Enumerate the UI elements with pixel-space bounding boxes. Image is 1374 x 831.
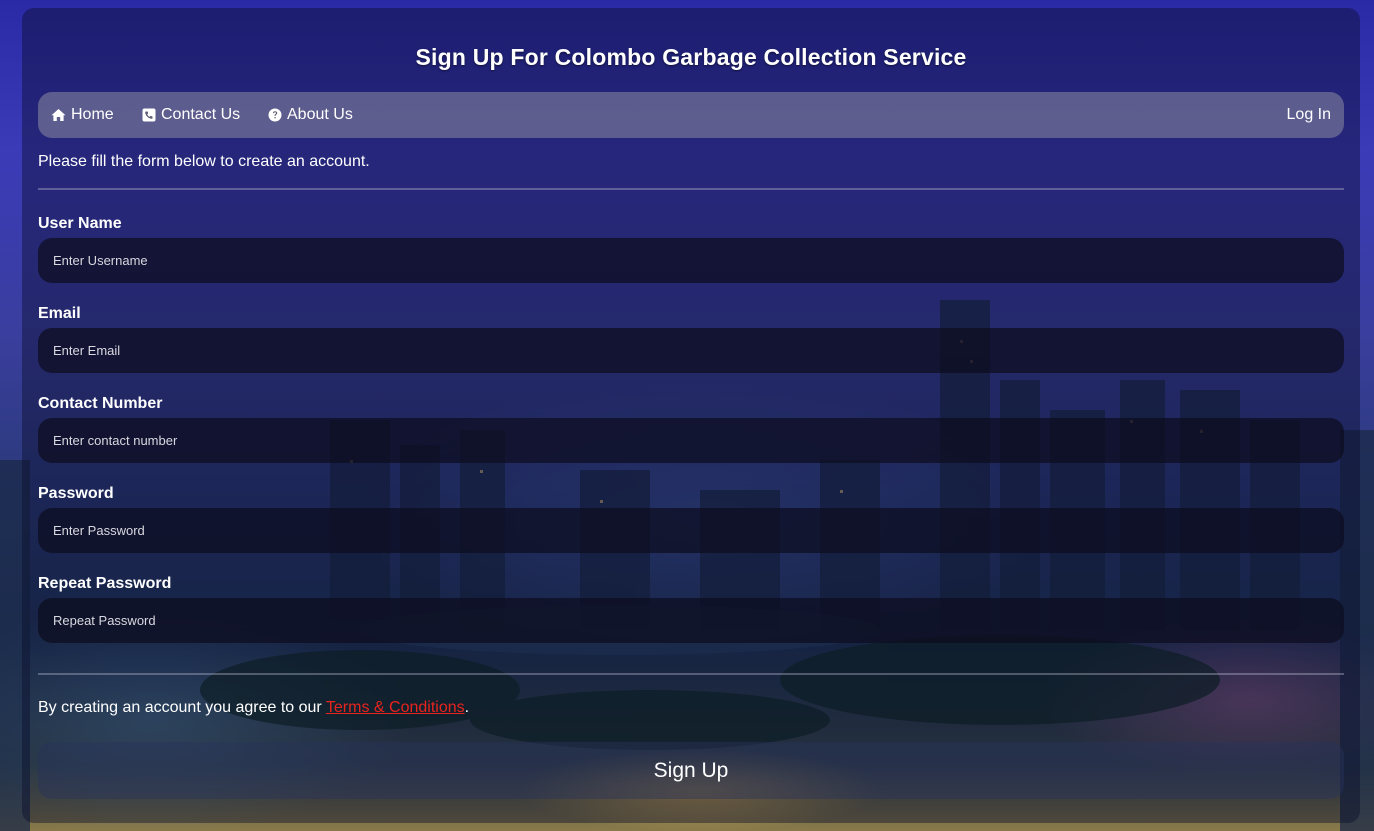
username-label: User Name — [38, 215, 122, 232]
nav-about-label: About Us — [287, 106, 353, 123]
nav-home-label: Home — [71, 106, 114, 123]
terms-suffix: . — [464, 699, 470, 716]
contact-number-label: Contact Number — [38, 395, 163, 412]
page-title: Sign Up For Colombo Garbage Collection S… — [415, 44, 967, 70]
contact-number-input[interactable] — [38, 418, 1344, 463]
top-navbar: Home Contact Us About Us Log In — [38, 92, 1344, 138]
form-intro-text: Please fill the form below to create an … — [38, 153, 370, 170]
form-divider-bottom — [38, 673, 1344, 675]
form-divider-top — [38, 188, 1344, 190]
password-label: Password — [38, 485, 114, 502]
username-input[interactable] — [38, 238, 1344, 283]
repeat-password-input[interactable] — [38, 598, 1344, 643]
phone-square-icon — [141, 108, 156, 123]
sign-up-button[interactable]: Sign Up — [38, 742, 1344, 799]
terms-prefix: By creating an account you agree to our — [38, 699, 326, 716]
nav-contact-link[interactable]: Contact Us — [141, 92, 240, 138]
nav-login-link[interactable]: Log In — [1287, 92, 1331, 138]
nav-about-link[interactable]: About Us — [267, 92, 353, 138]
question-circle-icon — [267, 108, 282, 123]
email-label: Email — [38, 305, 81, 322]
repeat-password-label: Repeat Password — [38, 575, 172, 592]
password-input[interactable] — [38, 508, 1344, 553]
terms-notice: By creating an account you agree to our … — [38, 699, 469, 717]
nav-contact-label: Contact Us — [161, 106, 241, 123]
terms-conditions-link[interactable]: Terms & Conditions — [326, 699, 465, 716]
home-icon — [51, 108, 66, 123]
nav-home-link[interactable]: Home — [51, 92, 114, 138]
email-input[interactable] — [38, 328, 1344, 373]
